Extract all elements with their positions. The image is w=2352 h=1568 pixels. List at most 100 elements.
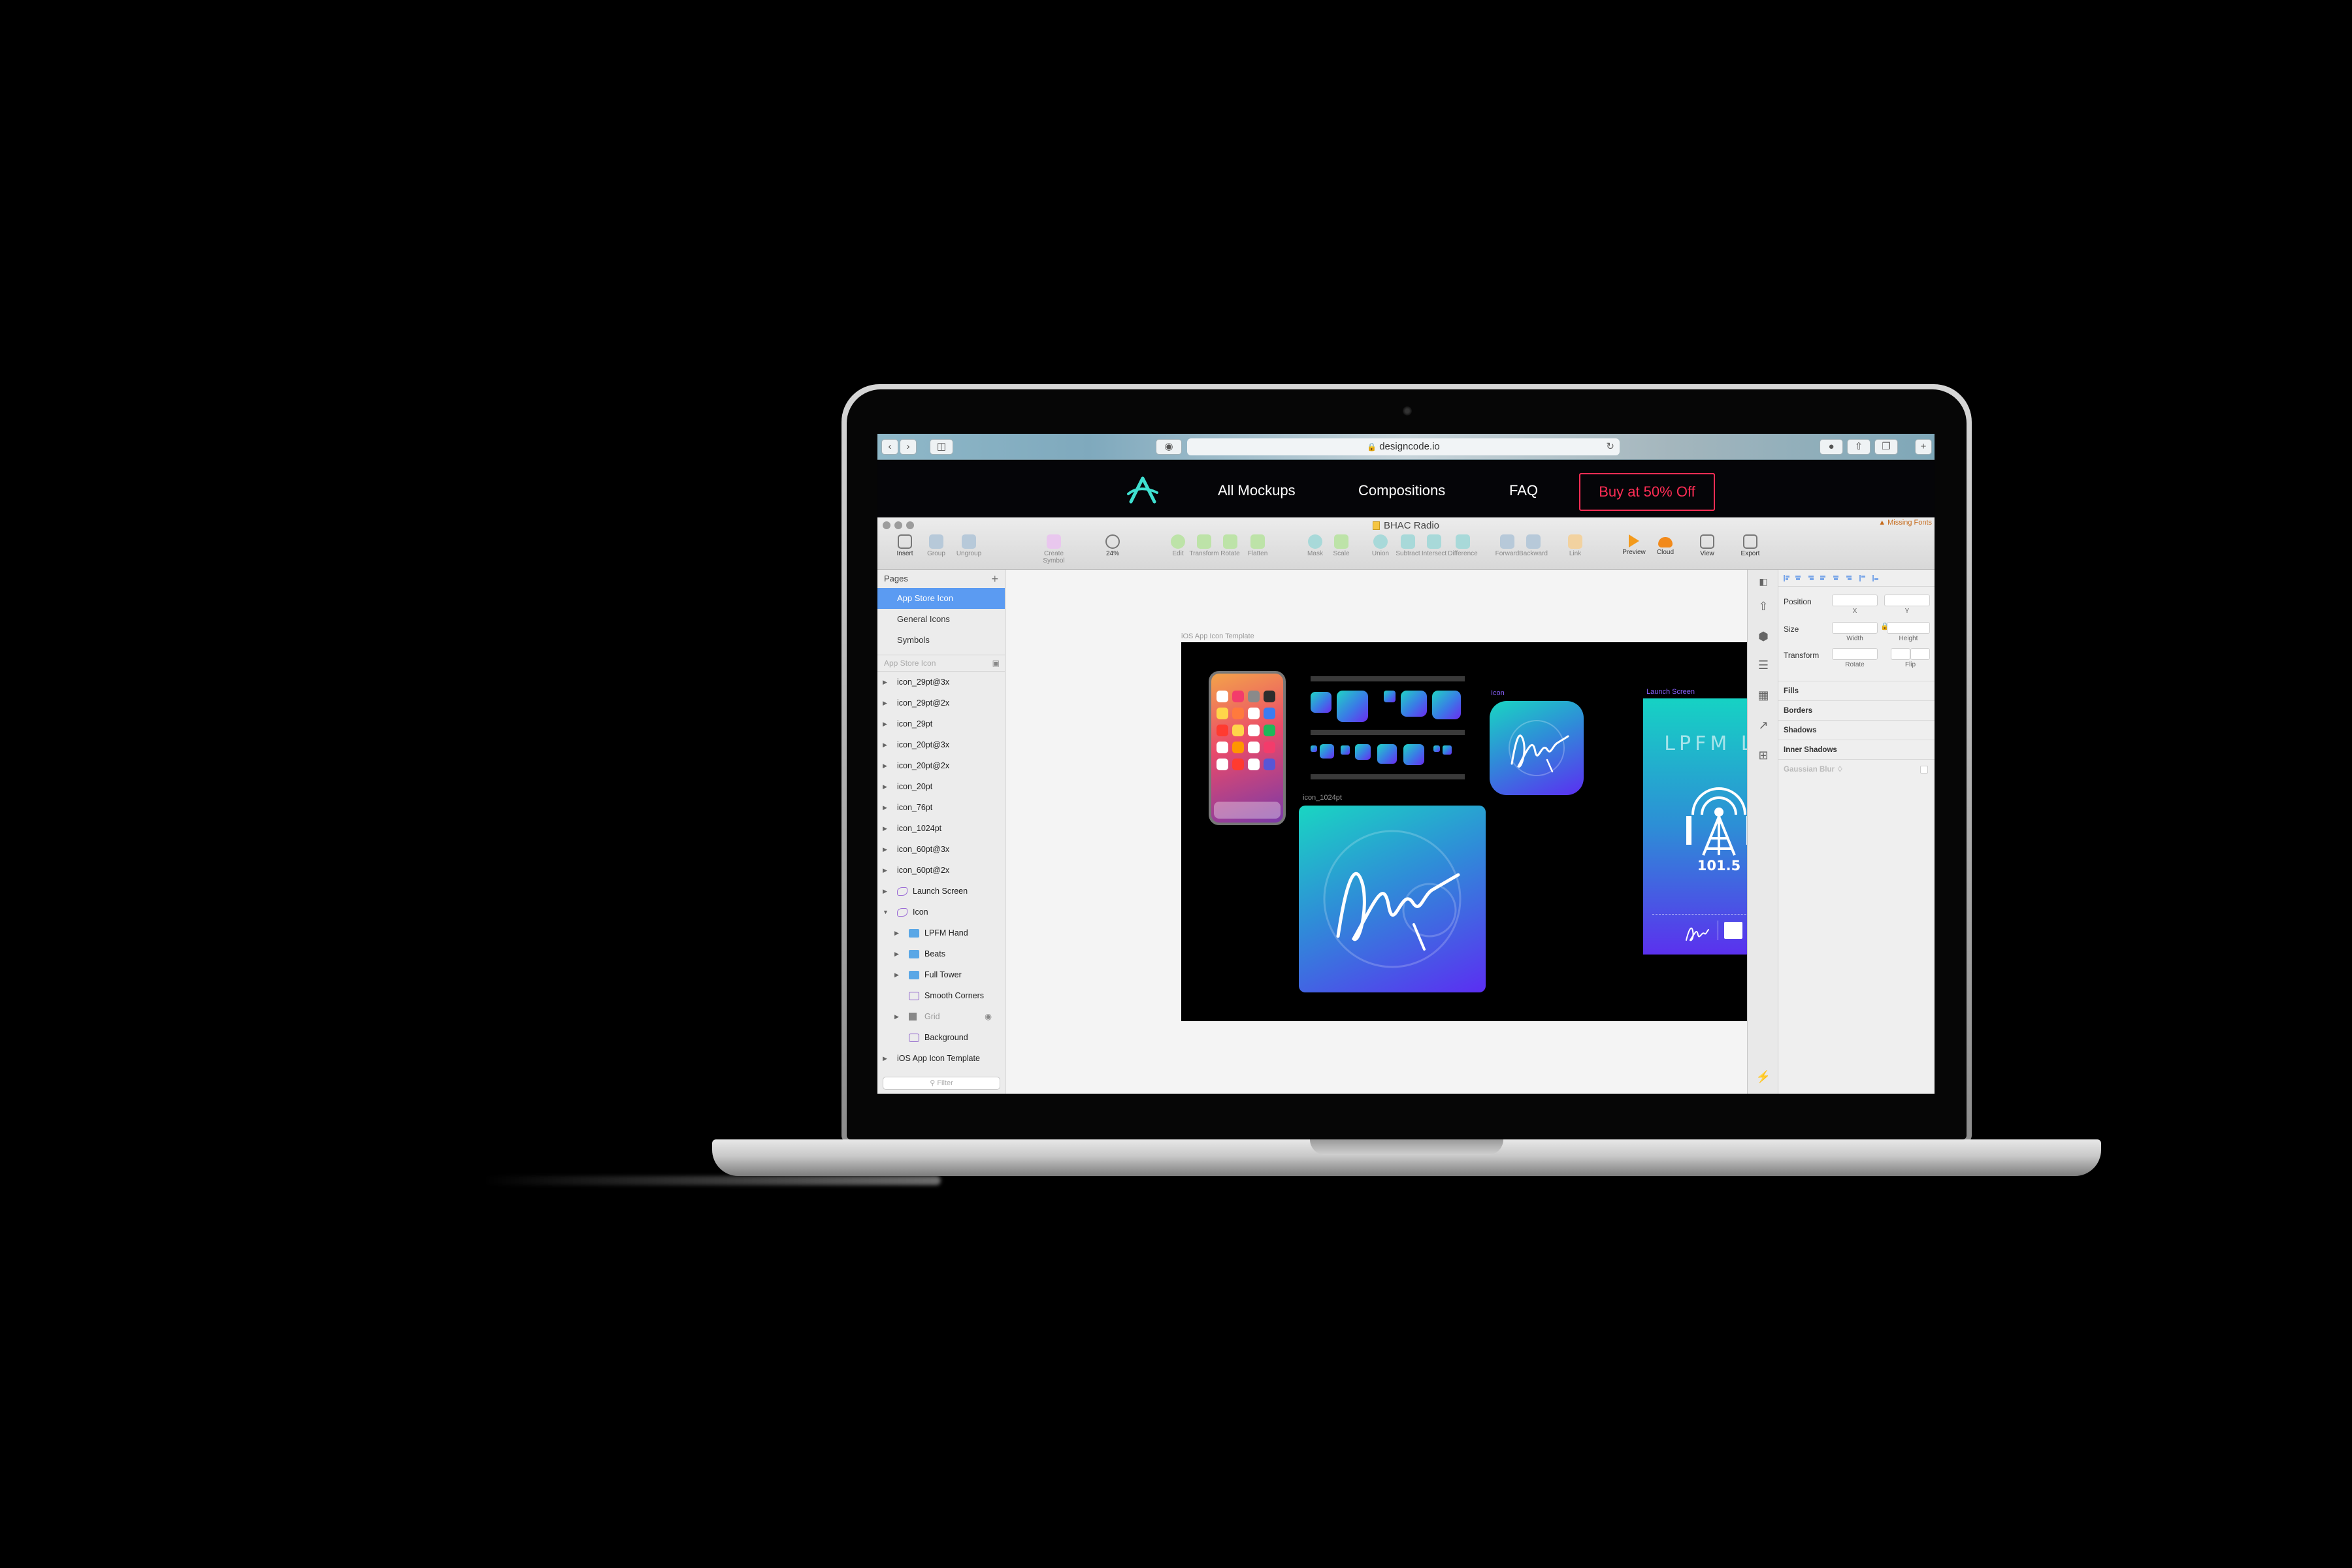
current-page-label[interactable]: App Store Icon ▣ bbox=[877, 655, 1005, 672]
gaussian-blur-section[interactable]: Gaussian Blur ♢ bbox=[1778, 759, 1935, 779]
artboard-title[interactable]: iOS App Icon Template bbox=[1181, 632, 1254, 640]
toolbar-cloud-button[interactable]: Cloud bbox=[1646, 534, 1685, 556]
disclosure-closed-icon[interactable]: ▶ bbox=[894, 964, 899, 985]
artboard-ios-icon-template[interactable]: Icon icon_1024pt Launch Screen LPFM LA 1… bbox=[1181, 642, 1838, 1021]
layer-row[interactable]: ▶ icon_20pt@2x bbox=[877, 755, 1005, 776]
layer-row[interactable]: Smooth Corners bbox=[877, 985, 1005, 1006]
new-tab-button[interactable]: + bbox=[1915, 439, 1932, 455]
layer-row[interactable]: ▶ icon_20pt@3x bbox=[877, 734, 1005, 755]
toolbar-flatten-button[interactable]: Flatten bbox=[1238, 534, 1277, 557]
disclosure-closed-icon[interactable]: ▶ bbox=[894, 1006, 899, 1027]
nav-compositions[interactable]: Compositions bbox=[1358, 482, 1445, 499]
icon-1024-artboard[interactable] bbox=[1299, 806, 1486, 992]
layer-row[interactable]: ▶ icon_60pt@3x bbox=[877, 839, 1005, 860]
layer-row[interactable]: ▶ icon_76pt bbox=[877, 797, 1005, 818]
disclosure-closed-icon[interactable]: ▶ bbox=[883, 776, 887, 797]
layer-row[interactable]: ▶ iOS App Icon Template bbox=[877, 1048, 1005, 1069]
reload-icon[interactable]: ↻ bbox=[1606, 438, 1614, 455]
add-frame-icon[interactable]: ⊞ bbox=[1756, 747, 1771, 763]
add-page-icon[interactable]: + bbox=[991, 570, 998, 588]
prototype-icon[interactable]: ↗ bbox=[1756, 717, 1771, 733]
alignment-icons[interactable] bbox=[1778, 570, 1935, 587]
height-field[interactable] bbox=[1887, 622, 1930, 634]
layer-row[interactable]: ▶ Beats bbox=[877, 943, 1005, 964]
disclosure-open-icon[interactable]: ▼ bbox=[883, 902, 889, 923]
layer-row[interactable]: ▶ LPFM Hand bbox=[877, 923, 1005, 943]
layer-row[interactable]: ▶ icon_60pt@2x bbox=[877, 860, 1005, 881]
layer-row[interactable]: ▶ icon_29pt@2x bbox=[877, 693, 1005, 713]
list-icon[interactable]: ☰ bbox=[1756, 657, 1771, 673]
toolbar-backward-button[interactable]: Backward bbox=[1514, 534, 1553, 557]
layer-row[interactable]: ▶ Full Tower bbox=[877, 964, 1005, 985]
downloads-button[interactable]: ● bbox=[1820, 439, 1843, 455]
component-icon[interactable]: ▦ bbox=[1756, 687, 1771, 703]
collapse-inspector-icon[interactable]: ◧ bbox=[1756, 574, 1771, 589]
disclosure-closed-icon[interactable]: ▶ bbox=[883, 713, 887, 734]
disclosure-closed-icon[interactable]: ▶ bbox=[883, 797, 887, 818]
icon-artboard-label[interactable]: Icon bbox=[1491, 689, 1505, 697]
toolbar-ungroup-button[interactable]: Ungroup bbox=[949, 534, 988, 557]
position-y-field[interactable] bbox=[1884, 595, 1930, 606]
disclosure-closed-icon[interactable]: ▶ bbox=[894, 923, 899, 943]
disclosure-closed-icon[interactable]: ▶ bbox=[883, 839, 887, 860]
privacy-icon[interactable]: ◉ bbox=[1156, 439, 1182, 455]
position-x-field[interactable] bbox=[1832, 595, 1878, 606]
layer-row[interactable]: ▶ icon_29pt bbox=[877, 713, 1005, 734]
toolbar-difference-button[interactable]: Difference bbox=[1443, 534, 1482, 557]
layer-row[interactable]: ▶ Launch Screen bbox=[877, 881, 1005, 902]
flip-vertical-button[interactable] bbox=[1910, 648, 1930, 660]
rotate-field[interactable] bbox=[1832, 648, 1878, 660]
share-button[interactable]: ⇧ bbox=[1847, 439, 1870, 455]
page-item-symbols[interactable]: Symbols bbox=[877, 630, 1005, 651]
layer-row[interactable]: Background bbox=[877, 1027, 1005, 1048]
nav-faq[interactable]: FAQ bbox=[1509, 482, 1538, 499]
disclosure-closed-icon[interactable]: ▶ bbox=[883, 1048, 887, 1069]
disclosure-closed-icon[interactable]: ▶ bbox=[883, 818, 887, 839]
sidebar-toggle-button[interactable]: ◫ bbox=[930, 439, 953, 455]
toolbar-export-button[interactable]: Export bbox=[1731, 534, 1770, 557]
tabs-button[interactable]: ❐ bbox=[1874, 439, 1898, 455]
hexagon-icon[interactable]: ⬢ bbox=[1756, 629, 1771, 644]
icon-1024-label[interactable]: icon_1024pt bbox=[1303, 794, 1342, 802]
toolbar-view-button[interactable]: View bbox=[1688, 534, 1727, 557]
inner-shadows-section[interactable]: Inner Shadows bbox=[1778, 740, 1935, 759]
disclosure-closed-icon[interactable]: ▶ bbox=[883, 672, 887, 693]
disclosure-closed-icon[interactable]: ▶ bbox=[883, 881, 887, 902]
page-item-app-store-icon[interactable]: App Store Icon bbox=[877, 588, 1005, 609]
nav-all-mockups[interactable]: All Mockups bbox=[1218, 482, 1296, 499]
toolbar-symbol-button[interactable]: Create Symbol bbox=[1034, 534, 1073, 564]
flip-horizontal-button[interactable] bbox=[1891, 648, 1910, 660]
forward-button[interactable]: › bbox=[900, 439, 917, 455]
disclosure-closed-icon[interactable]: ▶ bbox=[894, 943, 899, 964]
app-icon-artboard[interactable] bbox=[1490, 701, 1584, 795]
disclosure-closed-icon[interactable]: ▶ bbox=[883, 755, 887, 776]
fills-section[interactable]: Fills bbox=[1778, 681, 1935, 700]
layer-row[interactable]: ▶ icon_1024pt bbox=[877, 818, 1005, 839]
collapse-pages-icon[interactable]: ▣ bbox=[992, 655, 1000, 671]
missing-fonts-warning[interactable]: ▲ Missing Fonts bbox=[1878, 519, 1932, 527]
layer-row[interactable]: ▶ Grid ◉ bbox=[877, 1006, 1005, 1027]
canvas[interactable]: iOS App Icon Template Icon icon_1024pt L… bbox=[1006, 570, 1838, 1094]
toolbar-link-button[interactable]: Link bbox=[1556, 534, 1595, 557]
lightning-icon[interactable]: ⚡ bbox=[1756, 1069, 1771, 1085]
share-export-icon[interactable]: ⇧ bbox=[1756, 598, 1771, 614]
blur-checkbox[interactable] bbox=[1920, 766, 1928, 774]
disclosure-closed-icon[interactable]: ▶ bbox=[883, 860, 887, 881]
disclosure-closed-icon[interactable]: ▶ bbox=[883, 693, 887, 713]
buy-button[interactable]: Buy at 50% Off bbox=[1579, 473, 1715, 511]
address-bar[interactable]: 🔒 designcode.io ↻ bbox=[1187, 438, 1620, 455]
layer-row[interactable]: ▶ icon_29pt@3x bbox=[877, 672, 1005, 693]
filter-input[interactable]: ⚲ Filter bbox=[883, 1077, 1000, 1090]
launch-screen-label[interactable]: Launch Screen bbox=[1646, 688, 1695, 696]
width-field[interactable] bbox=[1832, 622, 1878, 634]
shadows-section[interactable]: Shadows bbox=[1778, 720, 1935, 740]
layer-row[interactable]: ▶ icon_20pt bbox=[877, 776, 1005, 797]
back-button[interactable]: ‹ bbox=[881, 439, 898, 455]
visibility-eye-icon[interactable]: ◉ bbox=[985, 1006, 992, 1027]
page-item-general-icons[interactable]: General Icons bbox=[877, 609, 1005, 630]
layer-row[interactable]: ▼ Icon bbox=[877, 902, 1005, 923]
designcode-logo-icon[interactable] bbox=[1127, 476, 1158, 504]
disclosure-closed-icon[interactable]: ▶ bbox=[883, 734, 887, 755]
toolbar-scale-button[interactable]: Scale bbox=[1322, 534, 1361, 557]
toolbar-zoom-button[interactable]: 24% bbox=[1093, 534, 1132, 557]
